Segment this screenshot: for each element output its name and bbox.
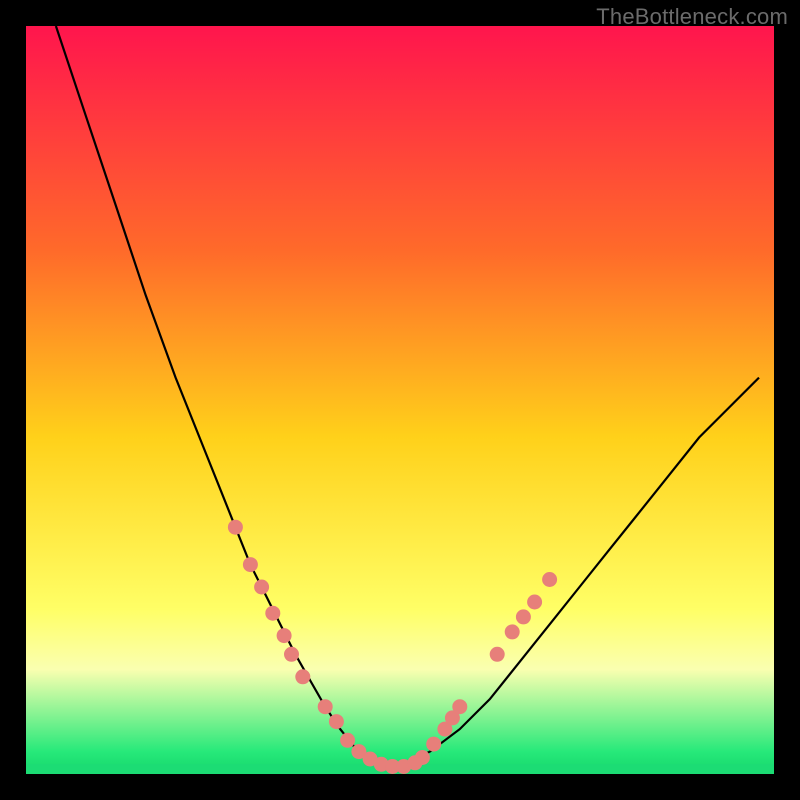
curve-point bbox=[277, 628, 292, 643]
curve-point bbox=[490, 647, 505, 662]
curve-point bbox=[426, 737, 441, 752]
chart-stage: TheBottleneck.com bbox=[0, 0, 800, 800]
curve-point bbox=[542, 572, 557, 587]
curve-point bbox=[318, 699, 333, 714]
plot-background bbox=[26, 26, 774, 774]
bottleneck-chart bbox=[0, 0, 800, 800]
curve-point bbox=[340, 733, 355, 748]
curve-point bbox=[527, 595, 542, 610]
curve-point bbox=[516, 609, 531, 624]
curve-point bbox=[254, 580, 269, 595]
curve-point bbox=[415, 750, 430, 765]
curve-point bbox=[505, 624, 520, 639]
curve-point bbox=[243, 557, 258, 572]
curve-point bbox=[329, 714, 344, 729]
curve-point bbox=[228, 520, 243, 535]
watermark-text: TheBottleneck.com bbox=[596, 4, 788, 30]
curve-point bbox=[452, 699, 467, 714]
curve-point bbox=[295, 669, 310, 684]
curve-point bbox=[284, 647, 299, 662]
curve-point bbox=[265, 606, 280, 621]
